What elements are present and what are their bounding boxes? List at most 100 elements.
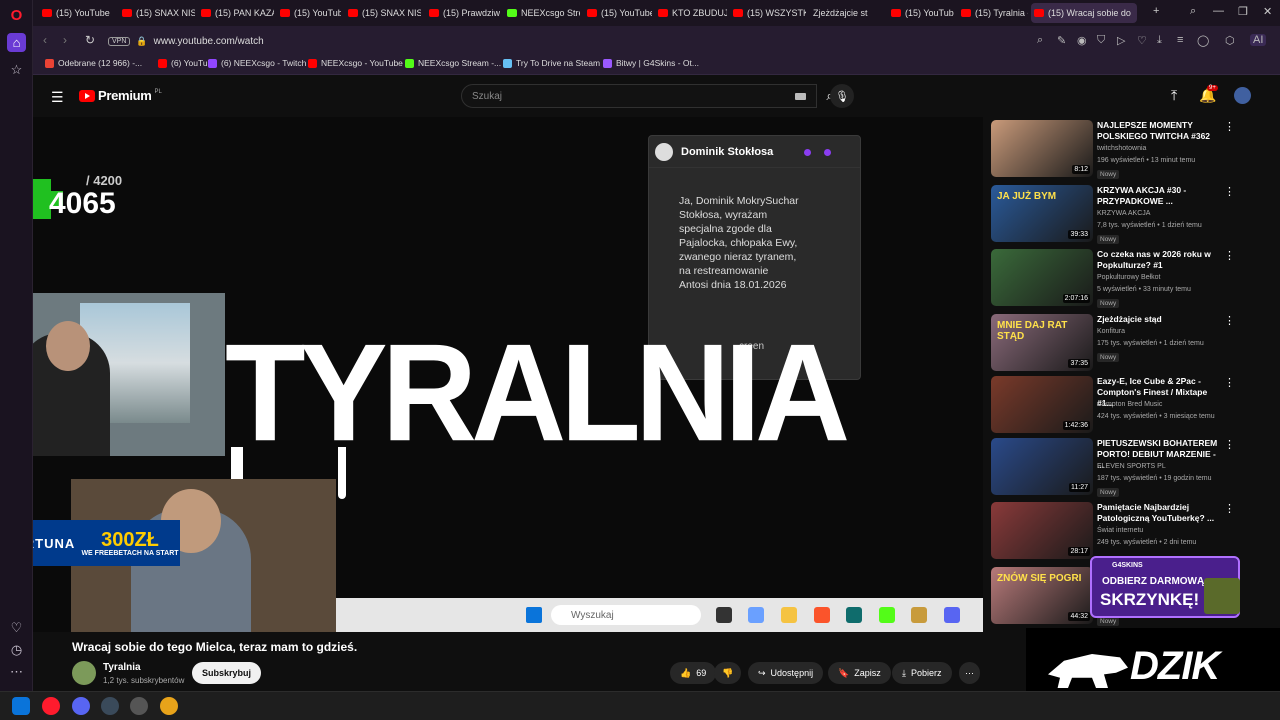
back-icon[interactable]: ‹	[43, 33, 47, 47]
browser-tab[interactable]: (15) SNAX NIS	[345, 3, 421, 23]
steam-taskbar-icon[interactable]	[101, 697, 119, 715]
edit-icon[interactable]: ✎	[1057, 34, 1066, 47]
play-icon[interactable]: ▷	[1117, 34, 1125, 47]
download-button[interactable]: ⤓ Pobierz	[892, 662, 952, 684]
browser-tab[interactable]: (15) Prawdziw	[426, 3, 501, 23]
windows-start-icon[interactable]	[12, 697, 30, 715]
bookmark-item[interactable]: Odebrane (12 966) -...	[45, 58, 142, 68]
browser-tab[interactable]: KTO ZBUDUJE	[655, 3, 727, 23]
channel-avatar[interactable]	[72, 661, 96, 685]
voice-search-button[interactable]: 🎙	[830, 84, 854, 108]
maximize-icon[interactable]: ❐	[1238, 5, 1248, 18]
recommendation-item[interactable]: 2:07:16 Co czeka nas w 2026 roku w Popkul…	[991, 249, 1241, 308]
opera-taskbar-icon[interactable]	[42, 697, 60, 715]
ai-button[interactable]: AI	[1250, 34, 1267, 46]
recommendation-thumbnail[interactable]: JA JUŻ BYM 39:33	[991, 185, 1093, 242]
recommendation-item[interactable]: 11:27 PIETUSZEWSKI BOHATEREM PORTO! DEBIU…	[991, 438, 1241, 497]
recommendation-item[interactable]: 28:17 Pamiętacie Najbardziej Patologiczną…	[991, 502, 1241, 560]
recommendation-channel[interactable]: Świat internetu	[1097, 527, 1143, 534]
recommendation-item[interactable]: 8:12 NAJLEPSZE MOMENTY POLSKIEGO TWITCHA …	[991, 120, 1241, 179]
more-vertical-icon[interactable]: ⋮	[1224, 120, 1235, 133]
browser-tab[interactable]: Zjeżdżajcie st	[810, 3, 884, 23]
recommendation-item[interactable]: MNIE DAJ RAT STĄD 37:35 Zjeżdżajcie stąd Ko…	[991, 314, 1241, 372]
recommendation-thumbnail[interactable]: MNIE DAJ RAT STĄD 37:35	[991, 314, 1093, 371]
g4skins-ad[interactable]: G4SKINS ODBIERZ DARMOWĄ SKRZYNKĘ!	[1090, 556, 1240, 618]
recommendation-item[interactable]: JA JUŻ BYM 39:33 KRZYWA AKCJA #30 - PRZYPA…	[991, 185, 1241, 244]
profile-icon[interactable]: ◯	[1197, 34, 1209, 47]
browser-tab[interactable]: (15) Tyralnia -	[958, 3, 1028, 23]
obs-taskbar-icon[interactable]	[130, 697, 148, 715]
recommendation-channel[interactable]: Compton Bred Music	[1097, 401, 1162, 408]
more-vertical-icon[interactable]: ⋮	[1224, 249, 1235, 262]
recommendation-channel[interactable]: KRZYWA AKCJA	[1097, 210, 1150, 217]
recommendation-title[interactable]: Pamiętacie Najbardziej Patologiczną YouT…	[1097, 502, 1225, 524]
recommendation-title[interactable]: KRZYWA AKCJA #30 - PRZYPADKOWE ...	[1097, 185, 1225, 207]
youtube-logo[interactable]: Premium PL	[79, 88, 162, 103]
browser-tab[interactable]: (15) YouTube	[39, 3, 115, 23]
chrome-taskbar-icon[interactable]	[160, 697, 178, 715]
video-player[interactable]: / 4200 4065 Dominik Stokłosa Ja, Dominik…	[33, 117, 983, 632]
minimize-icon[interactable]: —	[1213, 5, 1224, 17]
more-vertical-icon[interactable]: ⋮	[1224, 438, 1235, 451]
search-input[interactable]: Szukaj	[461, 84, 817, 108]
camera-icon[interactable]: ◉	[1077, 34, 1087, 47]
subscribe-button[interactable]: Subskrybuj	[192, 662, 262, 684]
bookmark-item[interactable]: (6) NEEXcsgo - Twitch	[208, 58, 306, 68]
bookmark-item[interactable]: NEEXcsgo Stream -...	[405, 58, 501, 68]
dislike-button[interactable]: 👎	[714, 662, 742, 684]
browser-tab[interactable]: (15) SNAX NIS	[119, 3, 195, 23]
recommendation-thumbnail[interactable]: 28:17	[991, 502, 1093, 559]
save-button[interactable]: 🔖 Zapisz	[828, 662, 891, 684]
dzik-ad[interactable]: DZIK	[1026, 628, 1280, 695]
more-vertical-icon[interactable]: ⋮	[1224, 502, 1235, 515]
close-icon[interactable]: ✕	[1263, 5, 1272, 18]
more-vertical-icon[interactable]: ⋮	[1224, 376, 1235, 389]
bookmark-item[interactable]: NEEXcsgo - YouTube	[308, 58, 403, 68]
star-icon[interactable]: ☆	[7, 60, 26, 79]
more-actions-button[interactable]: ⋯	[959, 662, 980, 684]
url-text[interactable]: www.youtube.com/watch	[154, 36, 264, 47]
zoom-icon[interactable]: ⌕	[1037, 34, 1043, 47]
home-icon[interactable]: ⌂	[7, 33, 26, 52]
extensions-icon[interactable]: ⬡	[1225, 34, 1235, 47]
recommendation-item[interactable]: 1:42:36 Eazy-E, Ice Cube & 2Pac - Compton…	[991, 376, 1241, 434]
recommendation-thumbnail[interactable]: 8:12	[991, 120, 1093, 177]
more-vertical-icon[interactable]: ⋮	[1224, 314, 1235, 327]
recommendation-thumbnail[interactable]: 2:07:16	[991, 249, 1093, 306]
recommendation-channel[interactable]: ELEVEN SPORTS PL	[1097, 463, 1166, 470]
forward-icon[interactable]: ›	[63, 33, 67, 47]
recommendation-channel[interactable]: Konfitura	[1097, 328, 1125, 335]
discord-taskbar-icon[interactable]	[72, 697, 90, 715]
reload-icon[interactable]: ↻	[85, 33, 95, 47]
recommendation-thumbnail[interactable]: ZNÓW SIĘ POGRI 44:32	[991, 567, 1093, 624]
heart-toolbar-icon[interactable]: ♡	[1137, 34, 1147, 47]
opera-logo-icon[interactable]: O	[7, 6, 26, 25]
share-button[interactable]: ↪ Udostępnij	[748, 662, 824, 684]
browser-tab[interactable]: NEEXcsgo Stre	[504, 3, 580, 23]
more-icon[interactable]: ⋯	[7, 662, 26, 681]
account-avatar[interactable]	[1234, 87, 1251, 104]
history-icon[interactable]: ◷	[7, 640, 26, 659]
shield-icon[interactable]: ⛉	[1097, 34, 1105, 47]
menu-icon[interactable]: ≡	[1177, 34, 1183, 46]
new-tab-icon[interactable]: +	[1153, 5, 1159, 17]
vpn-badge[interactable]: VPN	[108, 36, 131, 46]
browser-tab[interactable]: (15) PAN KAZA	[198, 3, 274, 23]
more-vertical-icon[interactable]: ⋮	[1224, 185, 1235, 198]
download-icon[interactable]: ⤓	[1157, 34, 1162, 47]
channel-name[interactable]: Tyralnia	[103, 662, 141, 673]
browser-tab[interactable]: (15) YouTube	[277, 3, 341, 23]
url-field[interactable]: VPN 🔒 www.youtube.com/watch	[108, 32, 988, 50]
browser-tab[interactable]: (15) YouTube	[888, 3, 954, 23]
browser-tab[interactable]: (15) WSZYSTK	[730, 3, 806, 23]
keyboard-icon[interactable]	[795, 93, 806, 100]
recommendation-channel[interactable]: twitchshotownia	[1097, 145, 1146, 152]
recommendation-title[interactable]: Zjeżdżajcie stąd	[1097, 314, 1225, 325]
search-tabs-icon[interactable]: ⌕	[1190, 5, 1196, 18]
recommendation-title[interactable]: Co czeka nas w 2026 roku w Popkulturze? …	[1097, 249, 1225, 271]
recommendation-channel[interactable]: Popkulturowy Bełkot	[1097, 274, 1160, 281]
bookmark-item[interactable]: Bitwy | G4Skins - Ot...	[603, 58, 699, 68]
upload-icon[interactable]: ⤒	[1171, 87, 1177, 104]
recommendation-title[interactable]: NAJLEPSZE MOMENTY POLSKIEGO TWITCHA #362	[1097, 120, 1225, 142]
browser-tab[interactable]: (15) Wracaj sobie do	[1031, 3, 1137, 23]
